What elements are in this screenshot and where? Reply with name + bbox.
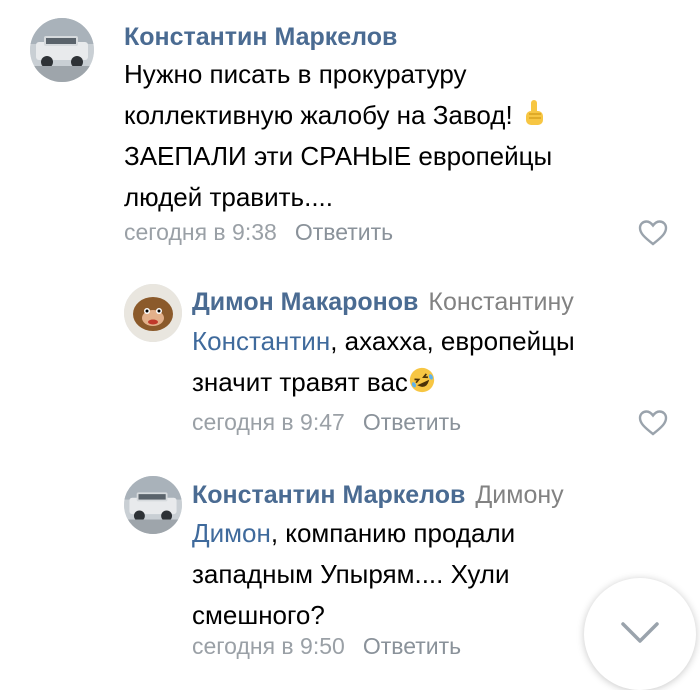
mention-link[interactable]: Константин <box>192 326 330 356</box>
mention-link[interactable]: Димон <box>192 518 271 548</box>
hummer-avatar-image <box>30 18 94 82</box>
like-button[interactable] <box>638 219 668 247</box>
comment-line: западным Упырям.... Хули <box>192 559 510 589</box>
comment-time: сегодня в 9:50 <box>192 633 345 659</box>
hummer-avatar-image <box>124 476 182 534</box>
comment-author: Димон Макаронов Константину <box>192 287 574 317</box>
scroll-down-button[interactable] <box>584 578 696 690</box>
heart-outline-icon <box>638 410 668 436</box>
comment-author: Константин Маркелов Димону <box>192 480 564 510</box>
comment-meta: сегодня в 9:50 Ответить <box>192 632 461 660</box>
comment-time: сегодня в 9:38 <box>124 219 277 245</box>
comment-line: Димон, компанию продали <box>192 518 516 548</box>
heart-outline-icon <box>638 220 668 246</box>
avatar[interactable] <box>124 284 182 342</box>
comment-meta: сегодня в 9:47 Ответить <box>192 408 461 436</box>
comment-meta: сегодня в 9:38 Ответить <box>124 218 393 246</box>
avatar[interactable] <box>30 18 94 82</box>
monkey-avatar-image <box>124 284 182 342</box>
comment-line: смешного? <box>192 600 325 630</box>
avatar[interactable] <box>124 476 182 534</box>
comment-line: Нужно писать в прокуратуру <box>124 59 467 89</box>
like-button[interactable] <box>638 409 668 437</box>
reply-button[interactable]: Ответить <box>363 409 461 435</box>
pointing-up-emoji <box>520 98 548 128</box>
comment-line: значит травят вас <box>192 362 575 403</box>
reply-to-label[interactable]: Константину <box>428 288 573 316</box>
reply-to-label[interactable]: Димону <box>475 481 563 509</box>
comment-author[interactable]: Константин Маркелов <box>124 22 397 52</box>
reply-button[interactable]: Ответить <box>295 219 393 245</box>
chevron-down-icon <box>621 622 659 643</box>
comment-line: ЗАЕПАЛИ эти СРАНЫЕ европейцы <box>124 141 553 171</box>
comment-text: Константин, ахахха, европейцы значит тра… <box>192 321 575 403</box>
reply-button[interactable]: Ответить <box>363 633 461 659</box>
rolling-laughing-emoji <box>408 365 436 395</box>
comment-line: коллективную жалобу на Завод! <box>124 95 552 136</box>
comment-text: Нужно писать в прокуратуру коллективную … <box>124 54 552 218</box>
comment-author-name[interactable]: Константин Маркелов <box>192 481 465 509</box>
comment-text: Димон, компанию продали западным Упырям.… <box>192 513 515 636</box>
comment-line: людей травить.... <box>124 182 333 212</box>
comment-author-name[interactable]: Димон Макаронов <box>192 288 418 316</box>
comment-line: Константин, ахахха, европейцы <box>192 326 575 356</box>
comment-time: сегодня в 9:47 <box>192 409 345 435</box>
